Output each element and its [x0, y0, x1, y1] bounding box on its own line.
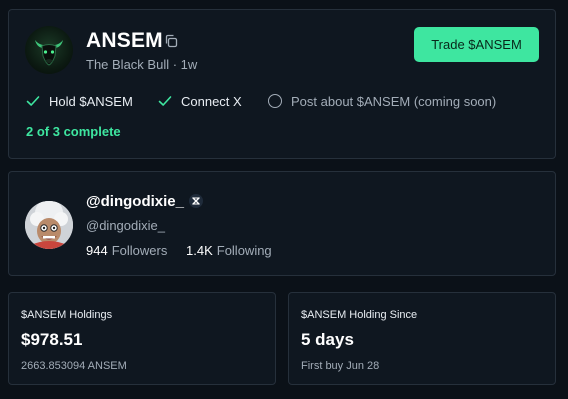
- first-buy-date: First buy Jun 28: [301, 360, 380, 372]
- check-icon: [26, 96, 40, 106]
- holdings-title: $ANSEM Holdings: [21, 309, 113, 321]
- task-hold: Hold $ANSEM: [26, 93, 133, 109]
- holdings-value: $978.51: [21, 330, 83, 349]
- progress-text: 2 of 3 complete: [26, 124, 121, 139]
- task-connect-x: Connect X: [158, 93, 242, 109]
- holdings-card: $ANSEM Holdings $978.51 2663.853094 ANSE…: [8, 292, 276, 385]
- profile-display-name[interactable]: @dingodixie_: [86, 193, 184, 210]
- token-name: ANSEM: [86, 29, 163, 52]
- followers-count: 944: [86, 243, 108, 258]
- avatar[interactable]: [25, 201, 73, 249]
- profile-card: @dingodixie_ @dingodixie_ 944 Followers 1…: [8, 171, 556, 276]
- followers-label: Followers: [111, 243, 168, 258]
- followers-stat[interactable]: 944 Followers: [86, 243, 167, 258]
- empty-circle-icon: [268, 94, 282, 108]
- avatar-image: [25, 201, 73, 249]
- token-subtitle: The Black Bull · 1w: [86, 57, 198, 72]
- following-stat[interactable]: 1.4K Following: [186, 243, 272, 258]
- following-label: Following: [216, 243, 272, 258]
- token-card: ANSEM The Black Bull · 1w Trade $ANSEM H…: [8, 9, 556, 159]
- task-label: Connect X: [181, 93, 242, 109]
- page: ANSEM The Black Bull · 1w Trade $ANSEM H…: [0, 0, 568, 399]
- copy-icon[interactable]: [164, 34, 178, 48]
- holdings-amount: 2663.853094 ANSEM: [21, 360, 127, 372]
- check-icon: [158, 96, 172, 106]
- holding-since-card: $ANSEM Holding Since 5 days First buy Ju…: [288, 292, 556, 385]
- token-logo: [25, 26, 73, 74]
- task-label: Post about $ANSEM (coming soon): [291, 93, 497, 109]
- task-post: Post about $ANSEM (coming soon): [268, 93, 496, 109]
- holding-since-title: $ANSEM Holding Since: [301, 309, 418, 321]
- x-badge-icon: [189, 194, 203, 208]
- trade-button[interactable]: Trade $ANSEM: [414, 27, 539, 62]
- bull-icon: [35, 40, 63, 66]
- task-label: Hold $ANSEM: [49, 93, 133, 109]
- profile-handle: @dingodixie_: [86, 218, 165, 233]
- holding-since-value: 5 days: [301, 330, 354, 349]
- following-count: 1.4K: [186, 243, 213, 258]
